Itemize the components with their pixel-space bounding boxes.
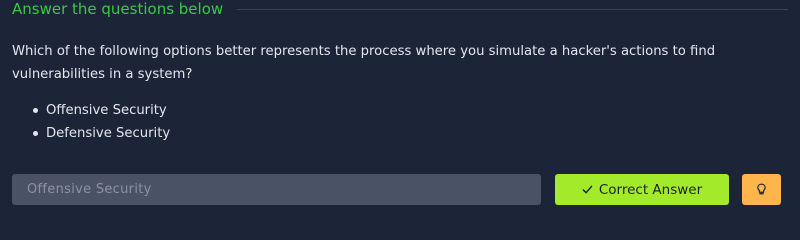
question-text: Which of the following options better re…	[12, 44, 716, 82]
options-list: Offensive Security Defensive Security	[33, 99, 170, 145]
section-title: Answer the questions below	[12, 0, 224, 18]
bullet-icon	[33, 131, 38, 136]
answer-value: Offensive Security	[27, 182, 152, 197]
hint-button[interactable]	[742, 174, 781, 205]
option-label: Defensive Security	[46, 126, 171, 141]
correct-answer-label: Correct Answer	[598, 181, 703, 198]
list-item: Defensive Security	[33, 122, 170, 145]
lightbulb-icon	[757, 183, 766, 195]
section-header: Answer the questions below	[12, 0, 788, 18]
header-divider	[237, 8, 788, 10]
correct-answer-button[interactable]: Correct Answer	[555, 174, 729, 205]
bullet-icon	[33, 108, 38, 113]
list-item: Offensive Security	[33, 99, 170, 122]
task-panel: Answer the questions below Which of the …	[0, 0, 800, 222]
option-label: Offensive Security	[46, 103, 167, 118]
answer-field[interactable]: Offensive Security	[12, 174, 541, 205]
check-icon	[582, 185, 593, 194]
